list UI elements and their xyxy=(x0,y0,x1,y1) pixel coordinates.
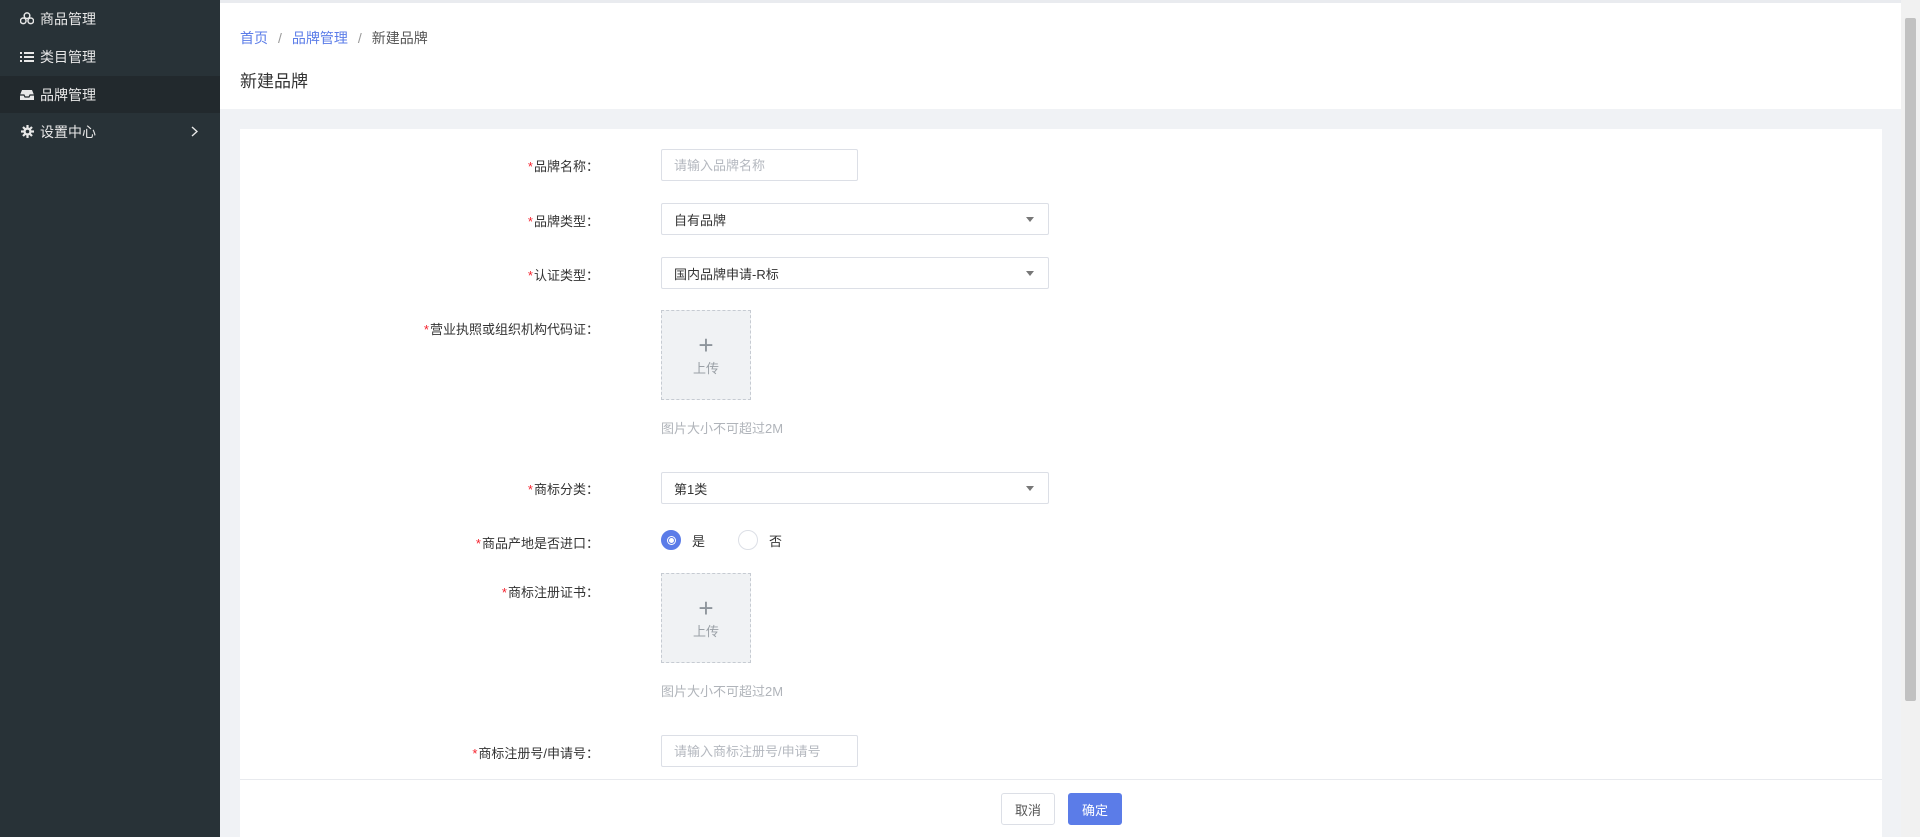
scrollbar[interactable] xyxy=(1901,0,1920,837)
breadcrumb: 首页 / 品牌管理 / 新建品牌 xyxy=(240,28,428,48)
trademark-class-value: 第1类 xyxy=(674,481,708,497)
sidebar-item-goods[interactable]: 商品管理 xyxy=(0,0,220,37)
brand-name-label: *品牌名称： xyxy=(527,159,599,174)
gear-icon xyxy=(20,125,34,139)
page-title: 新建品牌 xyxy=(240,72,308,91)
brand-type-label: *品牌类型： xyxy=(527,214,599,229)
list-icon xyxy=(20,50,34,64)
required-mark: * xyxy=(472,746,478,761)
required-mark: * xyxy=(475,536,481,551)
trademark-cert-upload[interactable]: + 上传 xyxy=(661,573,751,663)
imported-label: *商品产地是否进口： xyxy=(475,536,599,551)
radio-no[interactable] xyxy=(738,530,759,550)
required-mark: * xyxy=(501,585,507,600)
breadcrumb-current: 新建品牌 xyxy=(371,30,428,46)
plus-icon: + xyxy=(698,329,714,360)
required-mark: * xyxy=(527,482,533,497)
breadcrumb-brand[interactable]: 品牌管理 xyxy=(292,28,348,48)
trademark-cert-label: *商标注册证书： xyxy=(501,585,599,600)
required-mark: * xyxy=(527,159,533,174)
caret-down-icon xyxy=(1026,271,1034,276)
brand-type-select[interactable]: 自有品牌 xyxy=(661,203,1049,235)
cubes-icon xyxy=(20,12,34,26)
sidebar-item-label: 类目管理 xyxy=(40,48,96,65)
trademark-class-label: *商标分类： xyxy=(527,482,599,497)
trademark-class-select[interactable]: 第1类 xyxy=(661,472,1049,504)
form-panel: *品牌名称： *品牌类型： 自有品牌 *认证类型： 国内品牌申请-R标 *营业执… xyxy=(240,129,1882,837)
brand-type-value: 自有品牌 xyxy=(674,212,727,228)
sidebar-item-brand[interactable]: 品牌管理 xyxy=(0,76,220,113)
sidebar-item-settings[interactable]: 设置中心 xyxy=(0,113,220,150)
cancel-button[interactable]: 取消 xyxy=(1001,793,1055,825)
cert-type-value: 国内品牌申请-R标 xyxy=(674,266,779,282)
radio-no-label[interactable]: 否 xyxy=(769,531,782,550)
trademark-no-label: *商标注册号/申请号： xyxy=(472,746,599,761)
radio-yes[interactable] xyxy=(661,530,681,550)
required-mark: * xyxy=(527,268,533,283)
breadcrumb-separator: / xyxy=(357,30,362,46)
breadcrumb-home[interactable]: 首页 xyxy=(240,28,268,48)
sidebar-item-label: 设置中心 xyxy=(40,123,96,140)
trademark-cert-hint: 图片大小不可超过2M xyxy=(661,684,784,699)
sidebar-item-category[interactable]: 类目管理 xyxy=(0,38,220,75)
upload-text: 上传 xyxy=(692,623,719,639)
sidebar-item-label: 商品管理 xyxy=(40,10,96,27)
radio-yes-label[interactable]: 是 xyxy=(692,531,705,550)
chevron-right-icon xyxy=(191,124,199,140)
caret-down-icon xyxy=(1026,486,1034,491)
cert-type-label: *认证类型： xyxy=(527,268,599,283)
cert-type-select[interactable]: 国内品牌申请-R标 xyxy=(661,257,1049,289)
imported-radio-group: 是 否 xyxy=(661,530,815,550)
brand-name-input[interactable] xyxy=(661,149,858,181)
license-label: *营业执照或组织机构代码证： xyxy=(423,322,599,337)
footer-divider xyxy=(240,779,1882,780)
confirm-button[interactable]: 确定 xyxy=(1068,793,1122,825)
upload-text: 上传 xyxy=(692,360,719,376)
page-header: 首页 / 品牌管理 / 新建品牌 新建品牌 xyxy=(220,3,1901,109)
required-mark: * xyxy=(527,214,533,229)
sidebar: 商品管理 类目管理 品牌管理 设置中心 xyxy=(0,0,220,837)
caret-down-icon xyxy=(1026,217,1034,222)
inbox-icon xyxy=(20,88,34,102)
breadcrumb-separator: / xyxy=(278,30,282,46)
scrollbar-thumb[interactable] xyxy=(1905,18,1916,701)
license-upload[interactable]: + 上传 xyxy=(661,310,751,400)
trademark-no-input[interactable] xyxy=(661,735,858,767)
license-hint: 图片大小不可超过2M xyxy=(661,421,784,436)
plus-icon: + xyxy=(698,592,714,623)
required-mark: * xyxy=(423,322,429,337)
sidebar-item-label: 品牌管理 xyxy=(40,86,96,103)
